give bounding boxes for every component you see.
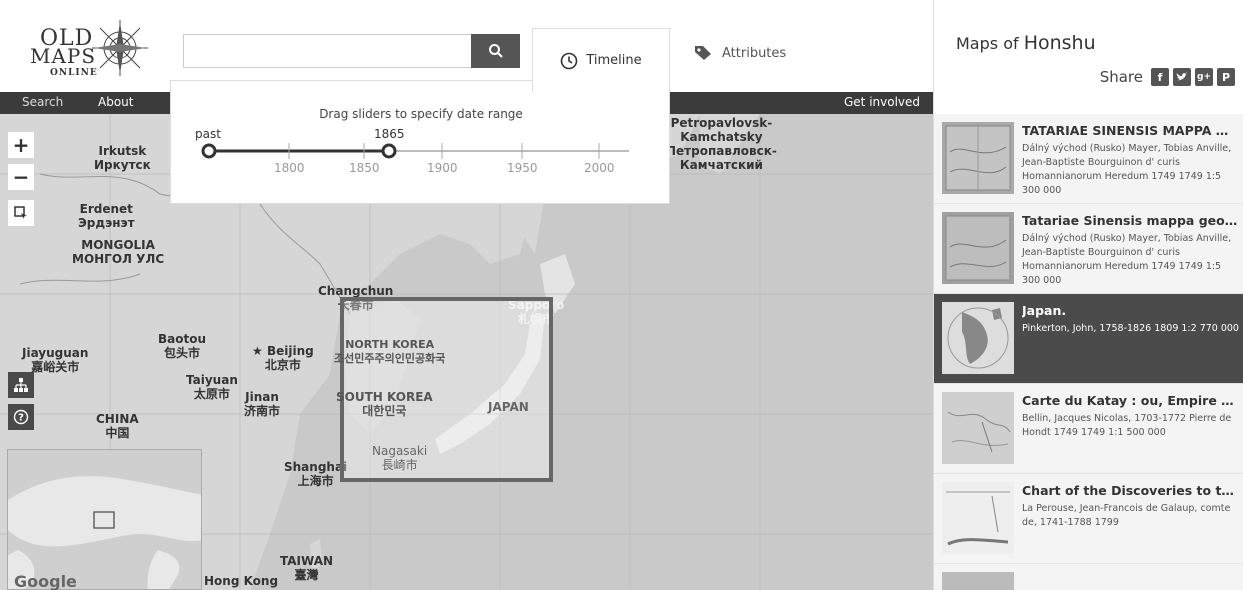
result-thumbnail <box>942 392 1014 464</box>
result-item[interactable]: Carte du Katay : ou, Empire de ... Belli… <box>934 384 1243 474</box>
result-title: Japan. <box>1022 303 1067 318</box>
googleplus-icon[interactable]: g+ <box>1195 68 1213 86</box>
label-petropavlovsk: Petropavlovsk- Kamchatsky Петропавловск- К… <box>666 116 777 172</box>
label-jiayuguan: Jiayuguan 嘉峪关市 <box>22 346 89 374</box>
nav-search[interactable]: Search <box>22 95 63 109</box>
svg-text:?: ? <box>18 413 24 424</box>
slider-handle-start[interactable] <box>201 143 217 159</box>
result-meta: Pinkerton, John, 1758-1826 1809 1:2 770 … <box>1022 323 1239 334</box>
result-item[interactable]: Tatariae Sinensis mappa geogr... Dálný v… <box>934 204 1243 294</box>
sitemap-icon <box>14 378 28 392</box>
tick-1800: 1800 <box>274 161 305 175</box>
label-nagasaki: Nagasaki 長崎市 <box>372 444 428 472</box>
old-maps-online-app: OLD MAPS ONLINE Timeline Attributes Sear… <box>0 0 1243 590</box>
date-range-slider[interactable] <box>199 139 639 163</box>
help-button[interactable]: ? <box>8 404 34 430</box>
results-list: TATARIAE SINENSIS MAPPA GE... Dálný vých… <box>934 114 1243 590</box>
label-hong-kong: Hong Kong <box>204 574 279 588</box>
share-row: Share f g+ P <box>1100 68 1235 86</box>
nav-get-involved[interactable]: Get involved <box>844 95 920 109</box>
hierarchy-button[interactable] <box>8 372 34 398</box>
compass-rose-icon <box>92 20 148 76</box>
zoom-out-button[interactable]: − <box>8 164 34 190</box>
result-thumbnail <box>942 482 1014 554</box>
sidebar-title: Maps of Honshu <box>956 32 1096 54</box>
pinterest-icon[interactable]: P <box>1217 68 1235 86</box>
tick-1850: 1850 <box>349 161 380 175</box>
timeline-panel: Drag sliders to specify date range past … <box>170 80 670 204</box>
label-taiyuan: Taiyuan 太原市 <box>186 373 238 401</box>
tick-1900: 1900 <box>427 161 458 175</box>
label-taiwan: TAIWAN 臺灣 <box>280 554 334 582</box>
twitter-icon[interactable] <box>1173 68 1191 86</box>
help-icon: ? <box>13 409 29 425</box>
label-irkutsk: Irkutsk Иркутск <box>94 144 151 172</box>
share-label: Share <box>1099 68 1143 86</box>
result-thumbnail <box>942 212 1014 284</box>
label-japan: JAPAN <box>488 400 529 414</box>
label-shanghai: Shanghai 上海市 <box>284 460 348 488</box>
select-area-icon <box>14 206 27 219</box>
results-sidebar: Maps of Honshu Share f g+ P TATARIAE SIN… <box>933 0 1243 590</box>
tab-attributes-label: Attributes <box>722 45 787 61</box>
search-icon <box>488 44 503 58</box>
tab-attributes[interactable]: Attributes <box>694 28 834 78</box>
label-baotou: Baotou 包头市 <box>158 332 207 360</box>
label-south-korea: SOUTH KOREA 대한민국 <box>336 390 433 418</box>
nav-about[interactable]: About <box>98 95 133 109</box>
logo[interactable]: OLD MAPS ONLINE <box>24 18 154 84</box>
overview-minimap[interactable] <box>7 449 202 590</box>
result-thumbnail <box>942 302 1014 374</box>
logo-line-2: MAPS <box>30 44 97 68</box>
result-item[interactable]: Chart of the Discoveries to the ... La P… <box>934 474 1243 564</box>
result-title: TATARIAE SINENSIS MAPPA GE... <box>1022 123 1238 138</box>
result-thumbnail <box>942 572 1014 590</box>
result-title: Tatariae Sinensis mappa geogr... <box>1022 213 1238 228</box>
label-beijing: ★ Beijing 北京市 <box>252 344 314 372</box>
google-logo: Google <box>14 572 77 590</box>
result-meta: La Perouse, Jean-Francois de Galaup, com… <box>1022 503 1231 528</box>
result-thumbnail <box>942 122 1014 194</box>
tick-1950: 1950 <box>507 161 538 175</box>
overview-world-map <box>8 450 201 589</box>
tab-timeline[interactable]: Timeline <box>532 28 670 92</box>
select-area-button[interactable] <box>8 200 34 226</box>
label-mongolia: MONGOLIA МОНГОЛ УЛС <box>72 238 165 266</box>
result-title: Chart of the Discoveries to the ... <box>1022 483 1238 498</box>
label-north-korea: NORTH KOREA 조선민주주의인민공화국 <box>334 338 446 365</box>
facebook-icon[interactable]: f <box>1151 68 1169 86</box>
result-item-partial[interactable] <box>934 564 1243 590</box>
result-meta: Bellin, Jacques Nicolas, 1703-1772 Pierr… <box>1022 413 1232 438</box>
tag-icon <box>695 46 711 60</box>
timeline-hint: Drag sliders to specify date range <box>319 107 523 121</box>
tick-2000: 2000 <box>584 161 615 175</box>
clock-icon <box>561 52 578 69</box>
zoom-in-button[interactable]: + <box>8 132 34 158</box>
result-item-active[interactable]: Japan. Pinkerton, John, 1758-1826 1809 1… <box>934 294 1243 384</box>
label-erdenet: Erdenet Эрдэнэт <box>78 202 135 230</box>
result-item[interactable]: TATARIAE SINENSIS MAPPA GE... Dálný vých… <box>934 114 1243 204</box>
slider-handle-end[interactable] <box>381 143 397 159</box>
search-input[interactable] <box>183 34 471 68</box>
label-jinan: Jinan 济南市 <box>244 390 281 418</box>
header: OLD MAPS ONLINE Timeline Attributes <box>0 0 933 92</box>
label-china: CHINA 中国 <box>96 412 139 440</box>
search-button[interactable] <box>471 34 520 68</box>
result-title: Carte du Katay : ou, Empire de ... <box>1022 393 1238 408</box>
result-meta: Dálný východ (Rusko) Mayer, Tobias Anvil… <box>1022 143 1232 196</box>
result-meta: Dálný východ (Rusko) Mayer, Tobias Anvil… <box>1022 233 1232 286</box>
tab-timeline-label: Timeline <box>586 53 642 68</box>
